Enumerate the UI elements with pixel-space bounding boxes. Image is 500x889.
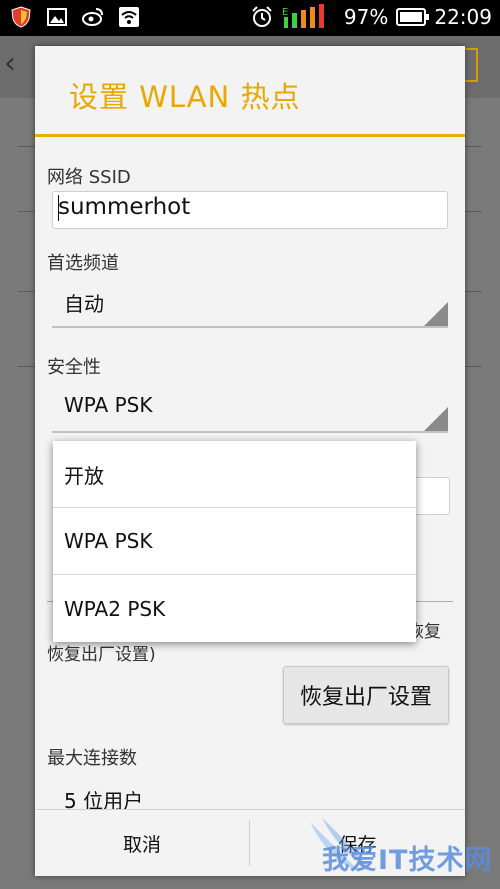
ssid-label: 网络 SSID: [47, 167, 131, 188]
spinner-underline: [52, 431, 448, 433]
max-connections-spinner[interactable]: 5 位用户: [52, 779, 448, 813]
clock: 22:09: [434, 5, 492, 29]
cancel-button[interactable]: 取消: [35, 810, 249, 876]
watermark-text: 我爱IT技术网: [322, 845, 493, 876]
security-value: WPA PSK: [64, 393, 153, 417]
dialog-title: 设置 WLAN 热点: [69, 80, 301, 114]
channel-label: 首选频道: [47, 253, 119, 274]
max-connections-label: 最大连接数: [47, 748, 137, 769]
security-option-wpa2-psk[interactable]: WPA2 PSK: [53, 575, 416, 642]
battery-fill: [400, 12, 422, 22]
ssid-value: summerhot: [58, 194, 191, 220]
factory-reset-button[interactable]: 恢复出厂设置: [283, 666, 449, 724]
spinner-arrow-icon: [424, 302, 448, 326]
wifi-hotspot-icon: [119, 7, 139, 27]
battery-percent: 97%: [343, 5, 389, 29]
battery-icon: [396, 8, 430, 26]
gallery-icon: [47, 8, 67, 26]
weibo-icon: [82, 8, 103, 26]
alarm-icon: [252, 6, 272, 27]
channel-value: 自动: [64, 292, 104, 316]
spinner-arrow-icon: [424, 407, 448, 431]
status-bar: E 97% 22:09: [0, 0, 500, 36]
signal-icon: E: [282, 4, 324, 28]
signal-label: E: [282, 7, 288, 18]
back-chevron-icon: ‹: [4, 46, 16, 81]
channel-spinner[interactable]: 自动: [52, 282, 448, 328]
title-divider: [35, 134, 465, 137]
security-option-wpa-psk[interactable]: WPA PSK: [53, 508, 416, 575]
security-dropdown: 开放 WPA PSK WPA2 PSK: [53, 441, 416, 642]
security-label: 安全性: [47, 357, 101, 378]
security-shield-icon: [11, 6, 31, 28]
spinner-underline: [52, 326, 448, 328]
reset-description: 恢复出厂设置): [47, 645, 156, 665]
security-spinner[interactable]: WPA PSK: [52, 387, 448, 433]
security-option-open[interactable]: 开放: [53, 441, 416, 508]
ssid-input[interactable]: summerhot: [52, 191, 448, 229]
